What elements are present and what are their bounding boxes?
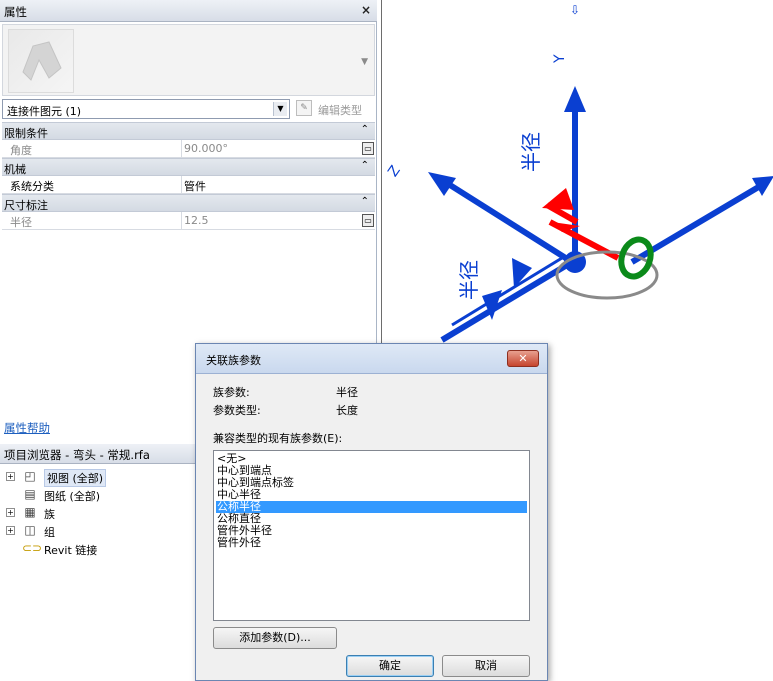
property-name: 系统分类 xyxy=(2,176,182,193)
dialog-title: 关联族参数 xyxy=(206,354,261,367)
tree-item-label: 族 xyxy=(44,508,55,521)
property-value: 90.000° xyxy=(184,142,228,155)
x-axis-arrow xyxy=(630,176,773,265)
tree-item-label: 组 xyxy=(44,526,55,539)
close-icon[interactable]: ✕ xyxy=(507,350,539,367)
instance-selector-value: 连接件图元 (1) xyxy=(7,105,82,118)
project-browser-titlebar: 项目浏览器 - 弯头 - 常规.rfa xyxy=(0,444,195,464)
cancel-button[interactable]: 取消 xyxy=(442,655,530,677)
compatible-parameters-label: 兼容类型的现有族参数(E): xyxy=(213,432,343,445)
category-label: 机械 xyxy=(4,163,26,176)
associate-family-parameter-dialog: 关联族参数 ✕ 族参数: 半径 参数类型: 长度 兼容类型的现有族参数(E): … xyxy=(195,343,548,681)
expand-icon[interactable]: + xyxy=(6,508,15,517)
properties-title: 属性 xyxy=(4,5,27,19)
family-thumbnail xyxy=(8,29,74,93)
families-icon: ▦ xyxy=(24,505,36,519)
property-value: 12.5 xyxy=(184,214,209,227)
list-item[interactable]: 中心到端点标签 xyxy=(216,477,527,489)
tree-item-label: 图纸 (全部) xyxy=(44,490,101,503)
properties-titlebar: 属性 × xyxy=(0,0,377,22)
list-item[interactable]: 管件外半径 xyxy=(216,525,527,537)
type-selector[interactable]: ▼ xyxy=(2,24,375,96)
add-parameter-button[interactable]: 添加参数(D)... xyxy=(213,627,337,649)
list-item-selected[interactable]: 公称半径 xyxy=(216,501,527,513)
tree-item-label: 视图 (全部) xyxy=(44,469,107,487)
project-browser-title: 项目浏览器 - 弯头 - 常规.rfa xyxy=(4,448,150,462)
collapse-icon[interactable]: ⌃ xyxy=(361,124,369,135)
property-name: 半径 xyxy=(2,212,182,229)
elbow-thumbnail-icon xyxy=(22,41,62,81)
property-name: 角度 xyxy=(2,140,182,157)
property-row-angle[interactable]: 角度 90.000° ▭ xyxy=(2,140,375,158)
link-icon: ⊂⊃ xyxy=(22,541,43,555)
edit-type-label: 编辑类型 xyxy=(318,104,362,117)
collapse-icon[interactable]: ⌃ xyxy=(361,160,369,171)
property-row-radius[interactable]: 半径 12.5 ▭ xyxy=(2,212,375,230)
parameter-type-value: 长度 xyxy=(336,404,358,417)
dialog-titlebar: 关联族参数 ✕ xyxy=(196,344,547,374)
list-item[interactable]: 管件外径 xyxy=(216,537,527,549)
north-indicator-icon: ⇩ xyxy=(570,3,580,17)
z-axis-arrow xyxy=(428,172,574,265)
family-parameter-label: 族参数: xyxy=(213,386,250,399)
edit-type-icon: ✎ xyxy=(296,100,312,116)
views-icon: ◰ xyxy=(24,469,36,483)
associate-parameter-icon[interactable]: ▭ xyxy=(362,142,374,155)
radius-label-left: 半径 xyxy=(457,260,481,300)
z-axis-label: Z xyxy=(385,163,404,180)
expand-icon[interactable]: + xyxy=(6,472,15,481)
expand-icon[interactable]: + xyxy=(6,526,15,535)
radius-label-top: 半径 xyxy=(519,132,543,172)
list-item[interactable]: 中心半径 xyxy=(216,489,527,501)
instance-selector[interactable]: 连接件图元 (1) ▼ xyxy=(2,99,290,119)
category-mechanical[interactable]: 机械 ⌃ xyxy=(2,158,375,176)
edit-type-button[interactable]: ✎ 编辑类型 xyxy=(296,99,374,119)
groups-icon: ◫ xyxy=(24,523,36,537)
y-axis-label: Y xyxy=(552,54,568,64)
ok-button[interactable]: 确定 xyxy=(346,655,434,677)
property-value: 管件 xyxy=(184,180,206,193)
compatible-parameters-list[interactable]: <无> 中心到端点 中心到端点标签 中心半径 公称半径 公称直径 管件外半径 管… xyxy=(213,450,530,621)
chevron-down-icon[interactable]: ▼ xyxy=(361,57,368,67)
tree-item-label: Revit 链接 xyxy=(44,544,98,557)
project-browser: 项目浏览器 - 弯头 - 常规.rfa + ◰ 视图 (全部) ▤ 图纸 (全部… xyxy=(0,444,195,681)
category-label: 限制条件 xyxy=(4,127,48,140)
category-dimensions[interactable]: 尺寸标注 ⌃ xyxy=(2,194,375,212)
sheets-icon: ▤ xyxy=(24,487,36,501)
properties-help-link[interactable]: 属性帮助 xyxy=(4,420,50,436)
category-label: 尺寸标注 xyxy=(4,199,48,212)
property-row-system-classification[interactable]: 系统分类 管件 xyxy=(2,176,375,194)
category-constraints[interactable]: 限制条件 ⌃ xyxy=(2,122,375,140)
family-parameter-value: 半径 xyxy=(336,386,358,399)
parameter-type-label: 参数类型: xyxy=(213,404,261,417)
associate-parameter-icon[interactable]: ▭ xyxy=(362,214,374,227)
close-icon[interactable]: × xyxy=(361,3,371,17)
chevron-down-icon[interactable]: ▼ xyxy=(273,102,287,116)
collapse-icon[interactable]: ⌃ xyxy=(361,196,369,207)
